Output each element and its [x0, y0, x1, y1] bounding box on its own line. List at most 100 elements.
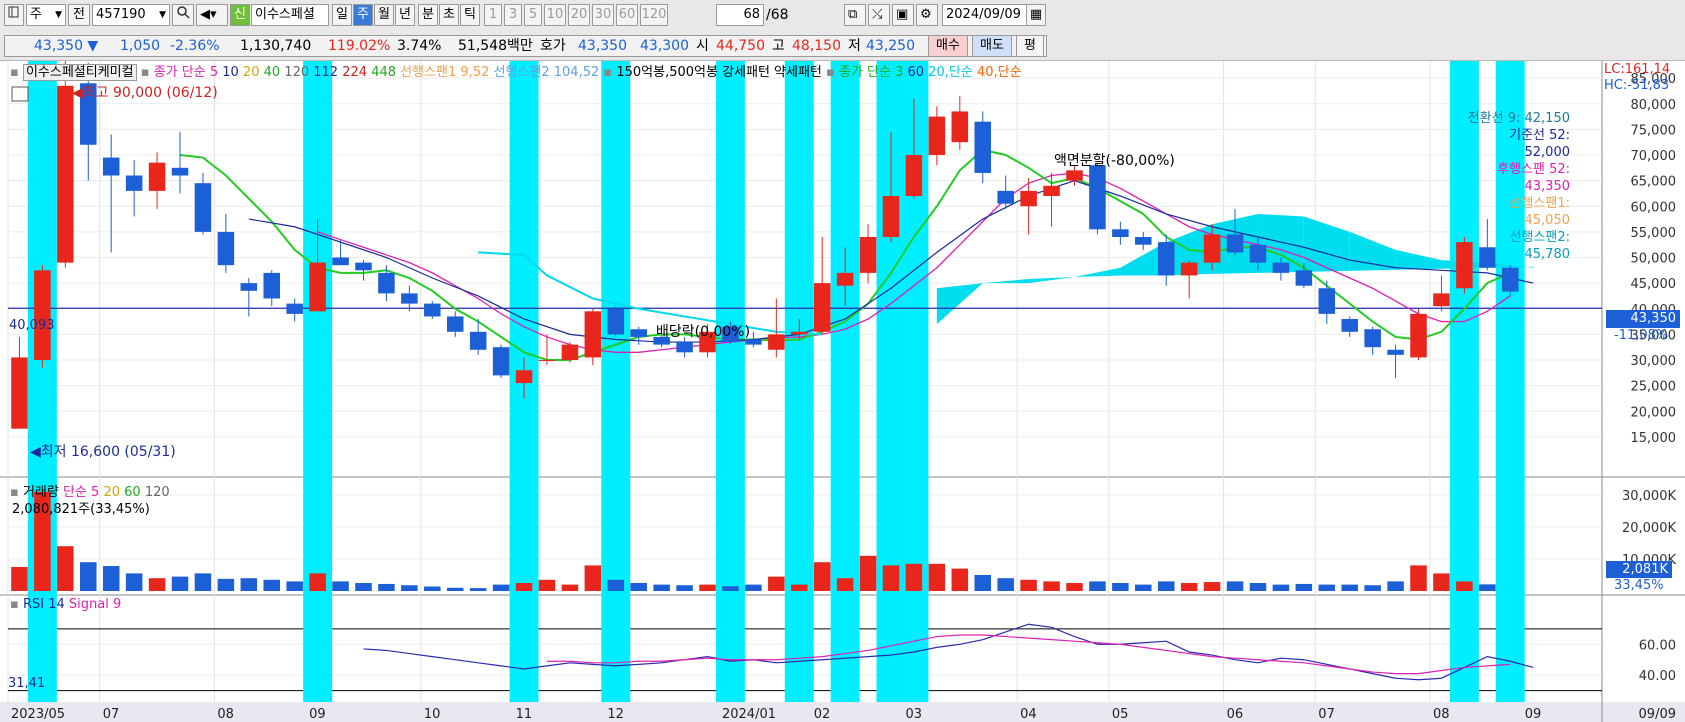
quote-volume: 1,130,740: [240, 38, 312, 54]
prev-button[interactable]: 전: [68, 4, 90, 26]
volume-bar: [1364, 585, 1381, 591]
open-label: 시: [696, 38, 709, 54]
price-tick-label: 30,000: [1631, 354, 1677, 369]
interval-1[interactable]: 1: [484, 4, 502, 26]
candle-body: [446, 316, 464, 332]
volume-bar: [492, 584, 510, 591]
calendar-icon[interactable]: ▦: [1026, 4, 1046, 26]
search-icon[interactable]: [172, 4, 194, 26]
volume-tag: 2,081K: [1606, 561, 1672, 578]
tab-second[interactable]: 초: [439, 4, 459, 26]
candle-body: [676, 342, 693, 353]
candle-body: [263, 272, 281, 299]
tab-day-label: 일: [336, 7, 348, 22]
interval-3[interactable]: 3: [504, 4, 522, 26]
count-input[interactable]: 68: [716, 4, 764, 26]
tab-tick[interactable]: 틱: [460, 4, 480, 26]
volume-tick-label: 20,000K: [1622, 521, 1676, 536]
volume-bar: [80, 562, 97, 591]
count-value: 68: [743, 7, 760, 22]
sell-button[interactable]: 매도: [972, 35, 1012, 57]
sound-icon[interactable]: ◀▾: [196, 4, 228, 26]
volume-bar: [240, 578, 258, 591]
candle-body: [836, 272, 854, 286]
chevron-down-icon: ▼: [159, 10, 166, 20]
candle-body: [882, 196, 900, 237]
prev-label: 전: [73, 7, 85, 22]
tab-day[interactable]: 일: [332, 4, 352, 26]
volume-bar: [653, 584, 670, 591]
interval-60[interactable]: 60: [616, 4, 638, 26]
interval-20[interactable]: 20: [568, 4, 590, 26]
volume-bar: [263, 579, 281, 591]
tab-week[interactable]: 주: [353, 4, 373, 26]
x-axis-label: 09: [309, 707, 326, 722]
candle-body: [1089, 165, 1106, 230]
volume-tag-pct: 33,45%: [1614, 578, 1664, 593]
code-input[interactable]: 457190 ▼: [92, 4, 170, 26]
volume-bar: [1157, 581, 1175, 591]
ma5-legend: 5: [209, 65, 219, 80]
volume-bar: [584, 565, 602, 591]
bid2: 43,300: [640, 38, 689, 54]
save-icon[interactable]: ▣: [892, 4, 914, 26]
span1-value: 선행스팬1: 45,050: [1509, 196, 1571, 228]
volume-bar: [11, 567, 28, 591]
pattern-legend: 150억봉,500억봉 강세패턴 약세패턴: [616, 65, 822, 80]
candle-body: [859, 237, 877, 273]
tab-second-label: 초: [443, 7, 455, 22]
interval-5[interactable]: 5: [524, 4, 542, 26]
strong-pattern-highlight: [784, 61, 814, 702]
compare-icon[interactable]: ⧉: [844, 4, 866, 26]
candle-body: [607, 308, 625, 335]
volume-bar: [102, 566, 120, 591]
interval-3-label: 3: [508, 7, 518, 22]
x-axis-label: 10: [424, 707, 441, 722]
volume-bar: [332, 581, 349, 591]
interval-10[interactable]: 10: [544, 4, 566, 26]
low-annotation: ◀최저 16,600 (05/31): [30, 444, 176, 460]
candle-body: [309, 262, 326, 312]
volume-bar: [1479, 584, 1496, 591]
volume-bar: [813, 562, 831, 591]
price-tick-label: 45,000: [1631, 277, 1677, 292]
candle-body: [928, 116, 946, 155]
volume-bar: [1180, 583, 1198, 591]
tab-month[interactable]: 월: [374, 4, 394, 26]
chart-menu-icon[interactable]: [4, 4, 24, 26]
candle-body: [424, 303, 441, 317]
candle-body: [1318, 288, 1336, 314]
volume-bar: [424, 586, 441, 591]
interval-10-label: 10: [546, 7, 564, 22]
interval-120[interactable]: 120: [640, 4, 668, 26]
tab-year[interactable]: 년: [395, 4, 415, 26]
volume-bar: [974, 575, 992, 591]
period-type-select[interactable]: 주 ▼: [26, 4, 66, 26]
low-annotation-text: 최저 16,600 (05/31): [40, 444, 176, 460]
stock-legend-name[interactable]: 이수스페셜티케미컬: [22, 64, 137, 81]
current-price-pct: -11,08%: [1614, 328, 1669, 343]
gear-icon[interactable]: ⚙: [916, 4, 938, 26]
trend-icon[interactable]: ⤯: [868, 4, 890, 26]
interval-20-label: 20: [570, 7, 588, 22]
tab-minute[interactable]: 분: [418, 4, 438, 26]
code-value: 457190: [96, 7, 146, 22]
interval-30[interactable]: 30: [592, 4, 614, 26]
new-badge-label: 신: [234, 7, 246, 22]
x-axis-label: 12: [607, 707, 624, 722]
span1-legend: 선행스팬1 9,52: [400, 65, 490, 80]
price-chart[interactable]: 15,00020,00025,00030,00035,00040,00045,0…: [0, 61, 1685, 722]
price-tick-label: 50,000: [1631, 252, 1677, 267]
candle-body: [1364, 329, 1381, 348]
chikou-value: 후행스팬 52: 43,350: [1497, 162, 1570, 194]
ma2-40-legend: 40,단순: [976, 65, 1022, 80]
volume-bar: [1410, 565, 1427, 591]
stock-name-field[interactable]: 이수스페셜: [251, 4, 329, 26]
eval-button[interactable]: 평: [1016, 35, 1044, 57]
high-annotation-text: 최고 90,000 (06/12): [82, 85, 218, 101]
buy-button[interactable]: 매수: [928, 35, 968, 57]
tab-minute-label: 분: [422, 7, 434, 22]
candle-body: [378, 272, 395, 294]
rsi-legend: ▪ RSI 14 Signal 9: [10, 597, 121, 612]
rsi-tick-label: 60.00: [1639, 638, 1676, 653]
